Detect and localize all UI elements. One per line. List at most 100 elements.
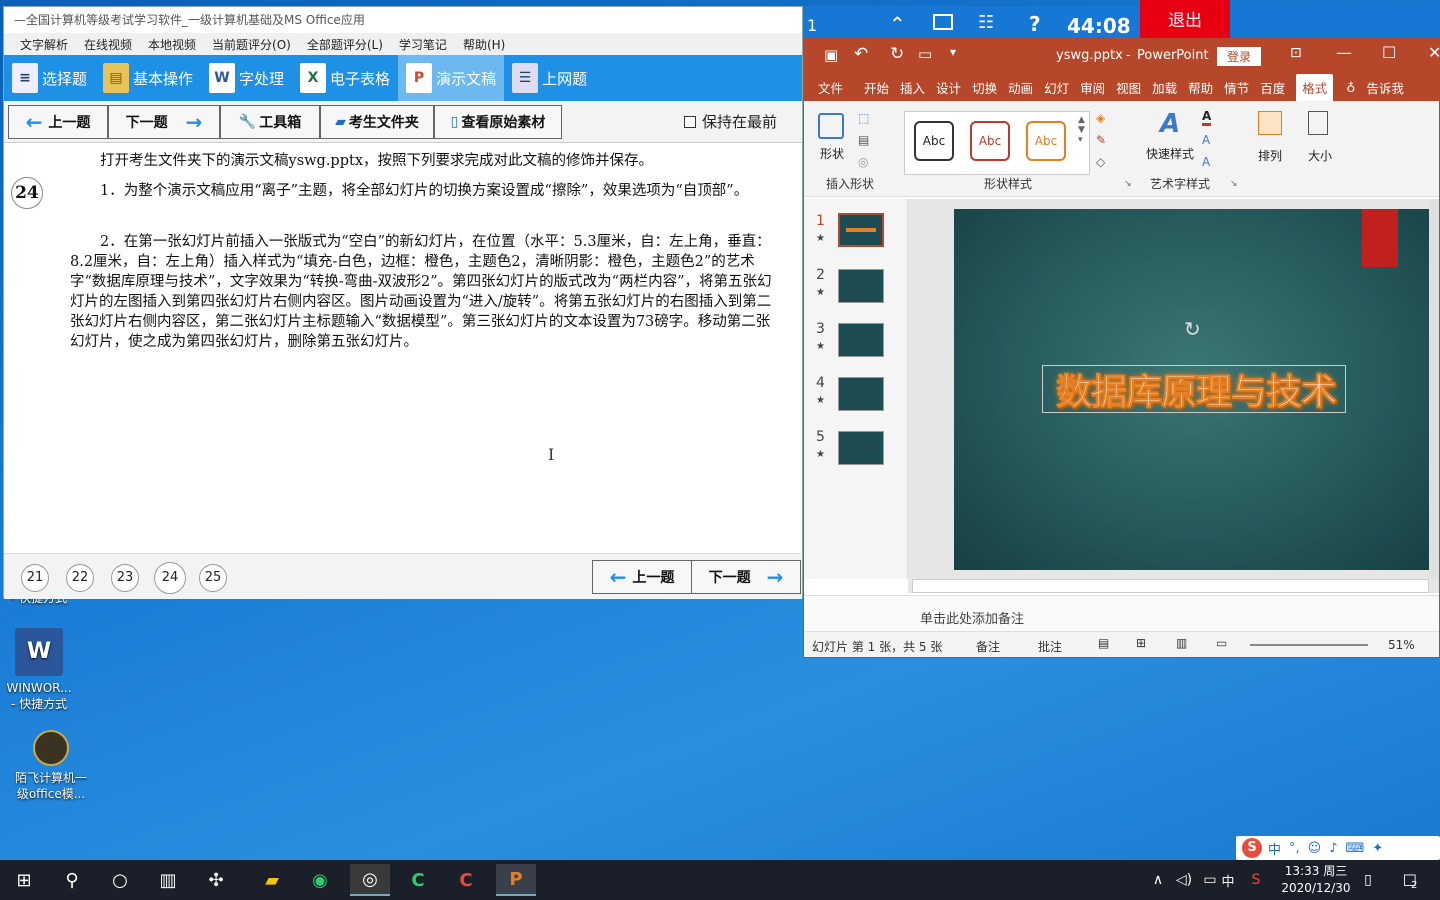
tab-addins[interactable]: 加载	[1152, 78, 1177, 97]
comments-button[interactable]: 批注	[1038, 638, 1062, 655]
ime-tools-icon[interactable]: ✦	[1372, 841, 1383, 856]
tab-transitions[interactable]: 切换	[972, 78, 997, 97]
slide-thumb-2[interactable]	[838, 269, 884, 303]
arrange-icon[interactable]	[1258, 111, 1282, 135]
question-nav-23[interactable]: 23	[111, 564, 139, 592]
merge-shapes-icon[interactable]: ◎	[858, 155, 868, 169]
question-nav-21[interactable]: 21	[21, 564, 49, 592]
slideshow-icon[interactable]: ▭	[918, 45, 932, 63]
edit-shape-icon[interactable]: ⬚	[858, 111, 869, 125]
dialog-launcher-icon[interactable]: ↘	[1230, 179, 1238, 189]
tab-home[interactable]: 开始	[864, 78, 889, 97]
slide-thumb-4[interactable]	[838, 377, 884, 411]
ime-voice-icon[interactable]: ♪	[1329, 841, 1337, 856]
ribbon-display-icon[interactable]: ⊡	[1290, 45, 1302, 61]
task-view-icon[interactable]: ▥	[148, 864, 188, 896]
tab-file[interactable]: 文件	[818, 78, 843, 97]
size-icon[interactable]	[1308, 111, 1328, 135]
bottom-prev-button[interactable]: ← 上一题	[592, 560, 692, 594]
ime-emoji-icon[interactable]: ☺	[1308, 841, 1322, 856]
desktop-icon-winword[interactable]: W WINWOR... - 快捷方式	[0, 628, 84, 712]
bottom-next-button[interactable]: 下一题 →	[691, 560, 801, 594]
shape-effects-icon[interactable]: ◇	[1096, 155, 1105, 169]
shapes-icon[interactable]	[818, 113, 844, 139]
help-icon[interactable]: ?	[1029, 12, 1041, 36]
ime-punctuation-icon[interactable]: °,	[1289, 841, 1300, 856]
slide-thumb-5[interactable]	[838, 431, 884, 465]
quick-styles-label[interactable]: 快速样式	[1146, 145, 1194, 162]
wordart-text[interactable]: 数据库原理与技术	[1046, 363, 1346, 415]
text-effects-icon[interactable]: A	[1202, 155, 1210, 169]
desktop-icon-mofei[interactable]: 陌飞计算机一 级office模...	[6, 730, 96, 802]
maximize-icon[interactable]: ☐	[1382, 43, 1396, 62]
recorder-icon[interactable]: C	[446, 864, 486, 896]
notification-icon[interactable]: ☐ 2	[1390, 864, 1430, 896]
module-choice[interactable]: ≡ 选择题	[4, 55, 95, 101]
powerpoint-taskbar-icon[interactable]: P	[496, 864, 536, 896]
menu-score-current[interactable]: 当前题评分(O)	[212, 36, 291, 53]
edge-browser-icon[interactable]: ◉	[300, 864, 340, 896]
arrange-button-label[interactable]: 排列	[1258, 147, 1282, 164]
tab-view[interactable]: 视图	[1116, 78, 1141, 97]
next-question-button[interactable]: 下一题 →	[108, 104, 220, 139]
shape-fill-icon[interactable]: ◈	[1096, 111, 1105, 125]
text-fill-icon[interactable]: A	[1202, 109, 1212, 126]
ime-keyboard-icon[interactable]: ⌨	[1346, 841, 1365, 856]
notes-button[interactable]: 备注	[976, 638, 1000, 655]
view-source-button[interactable]: ▯ 查看原始素材	[434, 104, 562, 139]
tab-slideshow[interactable]: 幻灯	[1044, 78, 1069, 97]
menu-score-all[interactable]: 全部题评分(L)	[307, 36, 383, 53]
tab-review[interactable]: 审阅	[1080, 78, 1105, 97]
minimize-icon[interactable]: —	[1336, 43, 1352, 62]
checkbox-box[interactable]	[684, 115, 696, 128]
module-basic[interactable]: ▤ 基本操作	[95, 55, 201, 101]
clock[interactable]: 13:33 周三 2020/12/30	[1276, 863, 1356, 897]
toolbox-button[interactable]: 🔧 工具箱	[220, 104, 320, 139]
size-button-label[interactable]: 大小	[1308, 147, 1332, 164]
customize-qat-icon[interactable]: ▾	[950, 45, 956, 59]
question-nav-22[interactable]: 22	[66, 564, 94, 592]
module-word[interactable]: W 字处理	[201, 55, 292, 101]
textbox-icon[interactable]: ▤	[858, 133, 869, 147]
tab-baidu[interactable]: 百度	[1260, 78, 1285, 97]
question-nav-24[interactable]: 24	[154, 562, 186, 594]
shape-style-red[interactable]: Abc	[970, 121, 1010, 161]
sogou-tray-icon[interactable]: S	[1236, 864, 1276, 896]
presenter-view-icon[interactable]: ▭	[1216, 636, 1227, 650]
quick-styles-icon[interactable]: A	[1160, 109, 1180, 139]
tab-help[interactable]: 帮助	[1188, 78, 1213, 97]
cortana-icon[interactable]: ○	[100, 864, 140, 896]
window-icon[interactable]	[933, 14, 953, 30]
pinwheel-app-icon[interactable]: ✣	[196, 864, 236, 896]
dialog-launcher-icon[interactable]: ↘	[1124, 179, 1132, 189]
slide-sorter-icon[interactable]: ⊞	[1136, 636, 1146, 650]
tab-storyboard[interactable]: 情节	[1224, 78, 1249, 97]
shape-outline-icon[interactable]: ✎	[1096, 133, 1106, 147]
save-icon[interactable]: ▣	[824, 46, 838, 64]
prev-question-button[interactable]: ← 上一题	[8, 104, 108, 139]
redo-icon[interactable]: ↻	[890, 44, 904, 64]
close-icon[interactable]: ✕	[1428, 43, 1440, 62]
rotate-handle-icon[interactable]: ↻	[1184, 317, 1201, 341]
menu-local-video[interactable]: 本地视频	[148, 36, 196, 53]
student-folder-button[interactable]: ▰ 考生文件夹	[320, 104, 434, 139]
login-button[interactable]: 登录	[1217, 47, 1262, 66]
reading-view-icon[interactable]: ▥	[1176, 636, 1187, 650]
shape-style-dark[interactable]: Abc	[914, 121, 954, 161]
file-explorer-icon[interactable]: ▰	[252, 864, 292, 896]
gallery-scroll-icon[interactable]: ▲ ▼ ▾	[1078, 115, 1085, 145]
start-button[interactable]: ⊞	[4, 864, 44, 896]
module-internet[interactable]: ☰ 上网题	[504, 55, 595, 101]
menu-help[interactable]: 帮助(H)	[463, 36, 505, 53]
vertical-scrollbar[interactable]	[1429, 199, 1439, 579]
menu-notes[interactable]: 学习笔记	[399, 36, 447, 53]
shapes-button-label[interactable]: 形状	[820, 145, 844, 162]
horizontal-scrollbar[interactable]	[912, 579, 1429, 593]
tab-animations[interactable]: 动画	[1008, 78, 1033, 97]
slide-thumb-1[interactable]	[838, 213, 884, 247]
tab-format[interactable]: 格式	[1296, 73, 1334, 101]
exam-app-icon[interactable]: ◎	[350, 864, 390, 896]
slide-thumb-3[interactable]	[838, 323, 884, 357]
collapse-icon[interactable]: ⌃	[889, 12, 906, 36]
normal-view-icon[interactable]: ▤	[1098, 636, 1109, 650]
